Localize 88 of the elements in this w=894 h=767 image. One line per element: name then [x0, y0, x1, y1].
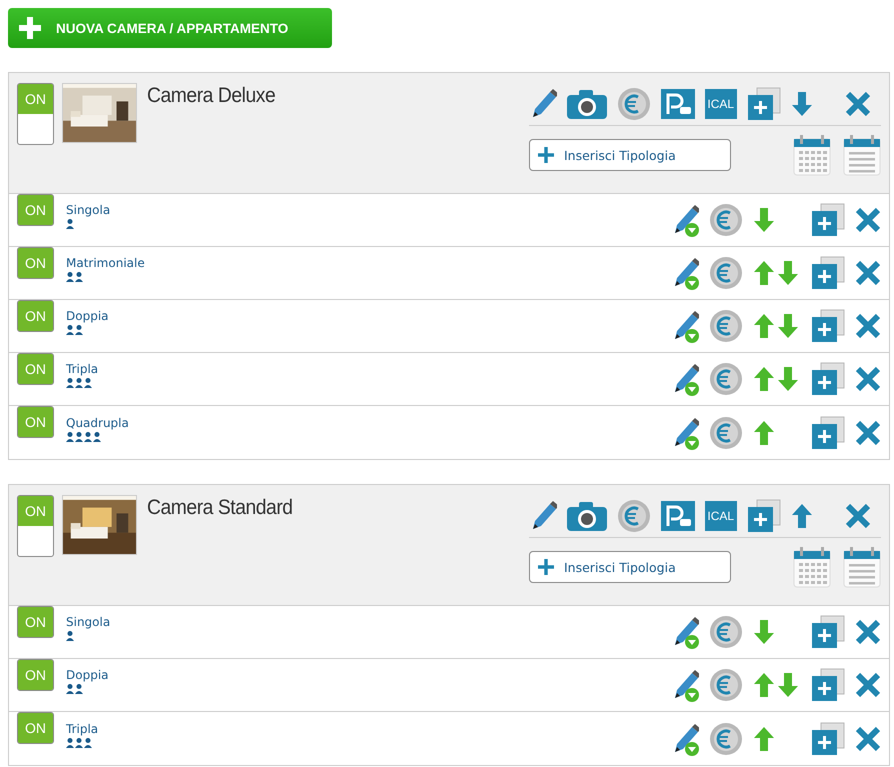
add-copy-icon[interactable]: [811, 309, 845, 343]
guests-icon: [66, 378, 93, 388]
guests-icon: [66, 432, 102, 442]
calendar-list-icon[interactable]: [843, 134, 881, 176]
add-type-button[interactable]: Inserisci Tipologia: [529, 139, 731, 171]
new-room-button[interactable]: NUOVA CAMERA / APPARTAMENTO: [8, 8, 332, 48]
add-copy-icon[interactable]: [811, 362, 845, 396]
delete-icon[interactable]: [855, 260, 881, 286]
euro-icon[interactable]: [709, 722, 743, 756]
add-copy-icon[interactable]: [811, 668, 845, 702]
guests-icon: [66, 325, 84, 335]
type-name: Singola: [66, 615, 110, 629]
delete-icon[interactable]: [845, 91, 871, 117]
delete-icon[interactable]: [855, 313, 881, 339]
parking-icon[interactable]: [661, 89, 695, 119]
euro-icon[interactable]: [709, 203, 743, 237]
calendar-grid-icon[interactable]: [793, 134, 831, 176]
on-toggle[interactable]: ON: [17, 353, 54, 385]
type-name: Singola: [66, 203, 110, 217]
arrow-up-icon[interactable]: [753, 420, 775, 446]
euro-icon[interactable]: [709, 362, 743, 396]
type-name: Tripla: [66, 362, 98, 376]
delete-icon[interactable]: [855, 672, 881, 698]
arrow-down-icon[interactable]: [753, 619, 775, 645]
plus-icon: [18, 16, 42, 40]
on-toggle[interactable]: ON: [17, 712, 54, 744]
guests-icon: [66, 738, 93, 748]
calendar-list-icon[interactable]: [843, 546, 881, 588]
delete-icon[interactable]: [855, 366, 881, 392]
euro-icon[interactable]: [617, 87, 651, 121]
room-title: Camera Standard: [147, 496, 293, 520]
guests-icon: [66, 272, 84, 282]
ical-button[interactable]: ICAL: [705, 501, 737, 531]
add-type-button[interactable]: Inserisci Tipologia: [529, 551, 731, 583]
euro-icon[interactable]: [709, 615, 743, 649]
euro-icon[interactable]: [709, 256, 743, 290]
add-copy-icon[interactable]: [746, 499, 781, 533]
on-toggle[interactable]: ON: [17, 406, 54, 438]
add-copy-icon[interactable]: [811, 615, 845, 649]
arrow-down-icon[interactable]: [777, 366, 799, 392]
arrow-down-icon[interactable]: [753, 207, 775, 233]
delete-icon[interactable]: [845, 503, 871, 529]
on-toggle[interactable]: ON: [17, 83, 54, 145]
add-copy-icon[interactable]: [811, 416, 845, 450]
plus-icon: [538, 559, 554, 575]
arrow-up-icon[interactable]: [753, 260, 775, 286]
on-toggle[interactable]: ON: [17, 300, 54, 332]
add-copy-icon[interactable]: [746, 87, 781, 121]
add-copy-icon[interactable]: [811, 722, 845, 756]
guests-icon: [66, 684, 84, 694]
euro-icon[interactable]: [709, 309, 743, 343]
add-copy-icon[interactable]: [811, 256, 845, 290]
on-toggle[interactable]: ON: [17, 659, 54, 691]
add-copy-icon[interactable]: [811, 203, 845, 237]
guests-icon: [66, 631, 75, 641]
type-name: Tripla: [66, 722, 98, 736]
parking-icon[interactable]: [661, 501, 695, 531]
delete-icon[interactable]: [855, 726, 881, 752]
arrow-down-icon[interactable]: [777, 672, 799, 698]
calendar-grid-icon[interactable]: [793, 546, 831, 588]
arrow-down-icon[interactable]: [777, 313, 799, 339]
on-toggle[interactable]: ON: [17, 495, 54, 557]
on-toggle[interactable]: ON: [17, 247, 54, 279]
on-toggle[interactable]: ON: [17, 194, 54, 226]
guests-icon: [66, 219, 75, 229]
arrow-up-icon[interactable]: [753, 672, 775, 698]
type-name: Quadrupla: [66, 416, 129, 430]
camera-icon[interactable]: [567, 89, 607, 119]
arrow-up-icon[interactable]: [753, 726, 775, 752]
euro-icon[interactable]: [709, 416, 743, 450]
type-name: Doppia: [66, 309, 109, 323]
arrow-down-icon[interactable]: [777, 260, 799, 286]
delete-icon[interactable]: [855, 619, 881, 645]
on-toggle[interactable]: ON: [17, 606, 54, 638]
euro-icon[interactable]: [617, 499, 651, 533]
camera-icon[interactable]: [567, 501, 607, 531]
ical-button[interactable]: ICAL: [705, 89, 737, 119]
room-title: Camera Deluxe: [147, 84, 276, 108]
arrow-up-icon[interactable]: [753, 313, 775, 339]
delete-icon[interactable]: [855, 207, 881, 233]
arrow-down-icon[interactable]: [790, 91, 813, 117]
arrow-up-icon[interactable]: [790, 503, 813, 529]
arrow-up-icon[interactable]: [753, 366, 775, 392]
euro-icon[interactable]: [709, 668, 743, 702]
type-name: Matrimoniale: [66, 256, 145, 270]
type-name: Doppia: [66, 668, 109, 682]
plus-icon: [538, 147, 554, 163]
delete-icon[interactable]: [855, 420, 881, 446]
